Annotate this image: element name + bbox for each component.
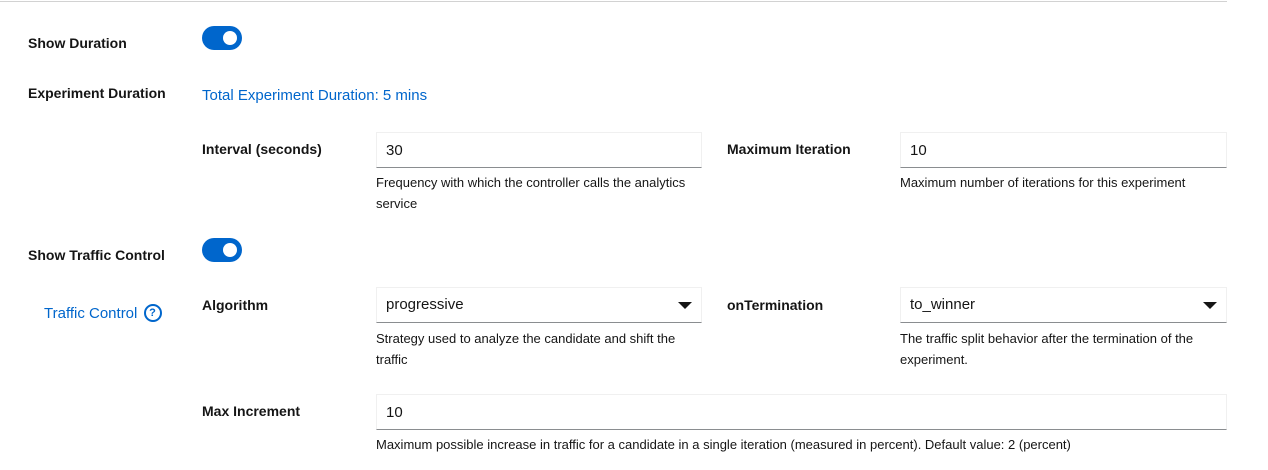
show-traffic-control-label: Show Traffic Control [28, 247, 165, 263]
on-termination-selected-value: to_winner [910, 296, 976, 313]
max-increment-input[interactable] [376, 394, 1227, 430]
on-termination-select[interactable]: to_winner [900, 287, 1227, 323]
max-increment-label: Max Increment [202, 403, 301, 419]
total-duration-text: Total Experiment Duration: 5 mins [202, 87, 428, 104]
caret-down-icon [1203, 302, 1217, 309]
algorithm-select[interactable]: progressive [376, 287, 702, 323]
algorithm-selected-value: progressive [386, 296, 464, 313]
show-duration-label: Show Duration [28, 35, 127, 51]
max-iteration-label: Maximum Iteration [727, 141, 851, 157]
interval-input[interactable] [376, 132, 702, 168]
show-traffic-control-toggle[interactable] [202, 238, 242, 262]
on-termination-helper: The traffic split behavior after the ter… [900, 331, 1194, 367]
question-circle-icon[interactable]: ? [143, 304, 162, 322]
experiment-duration-label: Experiment Duration [28, 85, 166, 101]
show-duration-toggle[interactable] [202, 26, 242, 50]
caret-down-icon [678, 302, 692, 309]
interval-label: Interval (seconds) [202, 141, 322, 157]
toggle-knob [223, 31, 237, 45]
max-iteration-helper: Maximum number of iterations for this ex… [900, 175, 1186, 190]
max-iteration-input[interactable] [900, 132, 1227, 168]
algorithm-helper: Strategy used to analyze the candidate a… [376, 331, 676, 367]
top-divider [0, 1, 1227, 2]
on-termination-label: onTermination [727, 297, 824, 313]
interval-helper: Frequency with which the controller call… [376, 175, 686, 211]
traffic-control-heading: Traffic Control ? [44, 304, 162, 322]
traffic-control-label: Traffic Control [44, 305, 138, 322]
max-increment-helper: Maximum possible increase in traffic for… [376, 437, 1071, 452]
algorithm-label: Algorithm [202, 297, 269, 313]
toggle-knob [223, 243, 237, 257]
